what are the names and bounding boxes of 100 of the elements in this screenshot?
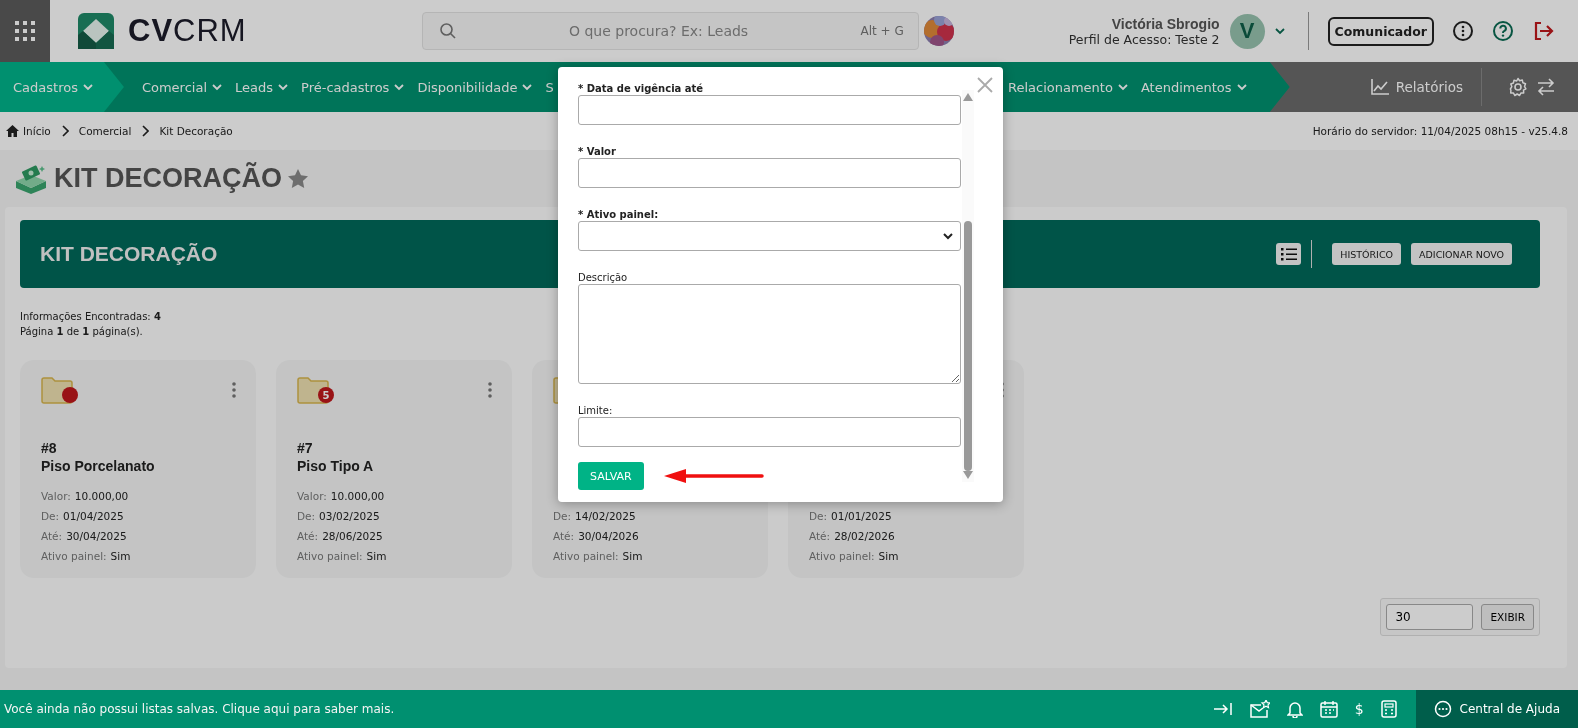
nav-menu[interactable]: Relacionamento [1002, 62, 1135, 112]
panel-title: KIT DECORAÇÃO [40, 242, 218, 266]
help-icon[interactable] [1492, 20, 1514, 42]
field-label: Ativo painel: [41, 550, 107, 562]
page-size-field[interactable]: 30 [1386, 604, 1474, 630]
logo-text: CVCRM [128, 13, 247, 49]
page-title: KIT DECORAÇÃO [54, 163, 282, 194]
nav-menu[interactable]: Leads [229, 62, 296, 112]
more-vertical-icon[interactable] [232, 382, 236, 398]
logo-mark-icon [78, 13, 114, 49]
nav-menu[interactable]: Cadastros [0, 62, 124, 112]
field-value: 30/04/2025 [66, 530, 127, 542]
field-label: Até: [553, 530, 575, 542]
field-label: * Valor [578, 146, 617, 158]
avatar[interactable]: V [1229, 13, 1265, 49]
communicator-button[interactable]: Comunicador [1327, 16, 1434, 46]
field-value: 30/04/2026 [578, 530, 639, 542]
mail-star-icon[interactable] [1249, 700, 1270, 718]
field-label: De: [41, 510, 60, 522]
nav-menu[interactable]: Disponibilidade [411, 62, 540, 112]
header-button[interactable]: ADICIONAR NOVO [1411, 243, 1512, 265]
select-field[interactable] [578, 221, 961, 251]
field-label: De: [809, 510, 828, 522]
saved-lists-link[interactable]: Você ainda não possui listas salvas. Clique aqui para saber mais. [4, 702, 395, 716]
input-field[interactable] [578, 417, 961, 447]
logout-icon[interactable] [1532, 20, 1554, 42]
close-icon[interactable] [977, 77, 993, 93]
field-label: Limite: [578, 405, 614, 417]
reports-link[interactable]: Relatórios [1369, 78, 1463, 96]
page-info: Página 1 de 1 página(s). [20, 325, 144, 339]
field-label: * Ativo painel: [578, 209, 660, 221]
shortcut-hint: Alt + G [860, 24, 904, 38]
nav-menu[interactable]: Atendimentos [1134, 62, 1254, 112]
search-bar[interactable]: O que procura? Ex: Leads Alt + G [421, 12, 919, 50]
field-value: 10.000,00 [74, 490, 129, 502]
field-value: 03/02/2025 [319, 510, 380, 522]
info-icon[interactable] [1452, 20, 1474, 42]
field-label: * Data de vigência até [578, 83, 705, 95]
chevron-right-icon [141, 125, 150, 137]
field-label: Ativo painel: [809, 550, 875, 562]
list-icon [1280, 247, 1297, 261]
input-field[interactable] [578, 158, 961, 188]
field-value: Sim [110, 550, 131, 562]
card-number: #7 [297, 440, 314, 456]
server-time: Horário do servidor: 11/04/2025 08h15 - v25.4.8 [1312, 125, 1568, 137]
field-value: 28/02/2026 [834, 530, 895, 542]
show-button[interactable]: EXIBIR [1481, 604, 1534, 630]
nav-menu[interactable]: S [539, 62, 560, 112]
scroll-up-icon [963, 93, 973, 101]
search-field[interactable]: O que procura? Ex: Leads [464, 22, 853, 40]
grid-icon [14, 20, 36, 42]
apps-menu-button[interactable] [0, 0, 50, 62]
scrollbar[interactable] [962, 90, 974, 482]
line-chart-icon [1369, 78, 1390, 96]
results-count: Informações Encontradas: 4 [20, 310, 162, 324]
card-title: Piso Porcelanato [41, 458, 156, 474]
field-value: Sim [366, 550, 387, 562]
text-area[interactable] [578, 284, 961, 384]
currency-button[interactable]: $ [1354, 701, 1364, 717]
field-value: 01/01/2025 [831, 510, 892, 522]
user-profile: Perfil de Acesso: Teste 2 [1068, 31, 1220, 47]
field-label: Ativo painel: [297, 550, 363, 562]
card-number: #8 [41, 440, 58, 456]
search-icon [438, 22, 457, 40]
home-icon [6, 125, 19, 137]
help-center-button[interactable]: Central de Ajuda [1415, 690, 1578, 728]
breadcrumb-link[interactable]: Comercial [78, 125, 132, 137]
field-label: Até: [41, 530, 63, 542]
arrow-to-bar-icon[interactable] [1212, 701, 1233, 717]
nav-menu[interactable]: Comercial [135, 62, 229, 112]
field-label: Ativo painel: [553, 550, 619, 562]
calendar-icon[interactable] [1319, 700, 1338, 718]
chat-icon [1433, 700, 1452, 718]
field-value: Sim [622, 550, 643, 562]
input-field[interactable] [578, 95, 961, 125]
settings-icon[interactable] [1508, 77, 1528, 97]
field-value: 14/02/2025 [575, 510, 636, 522]
chevron-down-icon [942, 230, 954, 242]
field-label: Valor: [41, 490, 71, 502]
breadcrumb-link[interactable]: Início [6, 125, 51, 137]
chevron-down-icon[interactable] [1273, 25, 1286, 37]
calculator-icon[interactable] [1380, 700, 1397, 718]
field-value: 28/06/2025 [322, 530, 383, 542]
money-box-icon [14, 163, 48, 194]
card-title: Piso Tipo A [297, 458, 375, 474]
chevron-right-icon [60, 125, 69, 137]
breadcrumb-link[interactable]: Kit Decoração [159, 125, 233, 137]
field-value: 10.000,00 [330, 490, 385, 502]
header-button[interactable]: HISTÓRICO [1332, 243, 1401, 265]
swap-arrows-icon[interactable] [1536, 77, 1556, 97]
field-value: 01/04/2025 [63, 510, 124, 522]
field-value: Sim [878, 550, 899, 562]
field-label: De: [553, 510, 572, 522]
nav-menu[interactable]: Pré-cadastros [295, 62, 412, 112]
bell-icon[interactable] [1286, 700, 1303, 718]
list-view-button[interactable] [1276, 243, 1302, 265]
field-label: Valor: [297, 490, 327, 502]
save-button[interactable]: SALVAR [578, 462, 644, 490]
star-icon[interactable] [288, 169, 308, 188]
more-vertical-icon[interactable] [488, 382, 492, 398]
